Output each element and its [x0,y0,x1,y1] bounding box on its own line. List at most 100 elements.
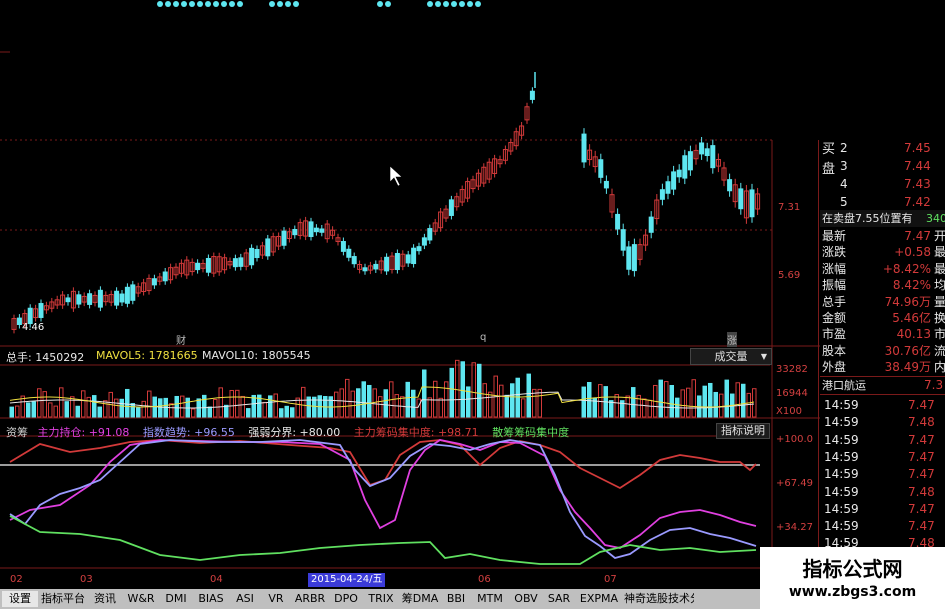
tab-indicator[interactable]: W&R [124,591,158,607]
volume-bar [279,408,284,418]
tab-indicator[interactable]: 资讯 [88,591,122,607]
stock-name[interactable]: 港口航运 [822,377,866,394]
volume-bar [9,406,14,418]
candle-body [631,244,637,272]
tab-indicator[interactable]: SAR [544,591,574,607]
candle-body [411,247,417,265]
chart-canvas [0,1,820,569]
candle-body [727,179,733,192]
volume-bar [290,407,295,418]
tick-time: 14:59 [824,519,859,534]
volume-bar [295,397,300,418]
tick-row: 14:59 7.47 [820,432,945,449]
volume-bar [724,379,729,418]
volume-bar [449,367,454,418]
candle-body [615,213,621,230]
tab-indicator[interactable]: 筹DMA [400,591,440,607]
bid-row[interactable]: 5 7.42 [820,194,945,211]
price-low-label: 4.46 [22,322,45,333]
volume-bar [114,398,119,418]
bid-row[interactable]: 3 7.44 [820,158,945,175]
x-axis-label: 06 [478,574,491,585]
stat-key: 涨跌 [822,245,847,260]
legend-main-position: 主力持仓: +91.08 [37,426,130,439]
tab-indicator[interactable]: BIAS [194,591,228,607]
candle-body [373,263,379,270]
bid-row[interactable]: 4 7.43 [820,176,945,193]
bid-row[interactable]: 2 7.45 [820,140,945,157]
indicator-help-button[interactable]: 指标说明 [716,423,770,439]
volume-bar [125,388,130,418]
volume-bar [383,389,388,418]
volume-bar [119,398,124,418]
volume-bar [719,393,724,418]
watermark-title: 指标公式网 [802,557,903,581]
stat-key: 涨幅 [822,261,847,276]
candle-body [405,254,411,264]
candle-body [265,238,271,257]
tab-indicator[interactable]: DMI [160,591,192,607]
tab-indicator[interactable]: ASI [230,591,260,607]
candle-body [676,169,682,178]
stat-row: 股本 30.76亿流 [820,343,945,360]
bid-price: 7.44 [904,159,931,173]
candle-body [195,262,201,271]
candle-body [626,246,632,270]
top-signal-dots [157,1,481,7]
tab-indicator[interactable]: ARBR [292,591,328,607]
indicator-select-dropdown[interactable]: 成交量 ▼ [690,348,772,365]
stat-row: 涨幅 +8.42% 最 [820,261,945,278]
tab-indicator[interactable]: 神奇选股技术分析 [624,591,694,607]
tab-indicator[interactable]: VR [262,591,290,607]
signal-dot [229,1,235,7]
volume-bar [213,398,218,418]
volume-bar [488,391,493,418]
event-marker[interactable]: 财 [176,332,186,347]
tab-indicator[interactable]: EXPMA [576,591,622,607]
tick-row: 14:59 7.48 [820,414,945,431]
tab-indicator[interactable]: 指标平台 [40,591,86,607]
candle-body [416,246,422,252]
volume-bar [433,380,438,418]
volume-bar [180,395,185,418]
price-axis-label: 5.69 [778,270,801,281]
tick-time: 14:59 [824,501,859,516]
volume-bar [658,379,663,418]
candle-body [87,293,93,305]
stat-key: 总手 [822,294,847,309]
volume-bar [339,388,344,418]
signal-dot [173,1,179,7]
candle-body [394,252,400,271]
stat-key: 外盘 [822,360,847,375]
tab-indicator[interactable]: BBI [442,591,470,607]
signal-dot [459,1,465,7]
signal-dot [221,1,227,7]
volume-bar [642,398,647,418]
tab-indicator[interactable]: OBV [510,591,542,607]
bid-level: 3 [840,159,848,173]
volume-bar [702,385,707,418]
tick-row: 14:59 7.47 [820,397,945,414]
candle-body [151,278,157,286]
volume-bar [614,394,619,418]
stat-key-2: 最 [934,261,945,276]
candle-body [346,248,352,258]
signal-dot [385,1,391,7]
bid-level: 4 [840,177,848,191]
event-marker[interactable]: q [480,332,486,343]
stat-key-2: 量 [934,294,945,309]
volume-bar [664,381,669,418]
tab-indicator[interactable]: MTM [472,591,508,607]
tick-price: 7.47 [908,519,935,534]
price-axis-label: 7.31 [778,202,801,213]
tick-time: 14:59 [824,432,859,447]
tab-indicator[interactable]: TRIX [364,591,398,607]
candle-body [124,286,130,304]
tab-indicator[interactable]: 设置 [2,591,38,607]
event-marker[interactable]: 涨 [727,332,737,347]
volume-bar [26,402,31,418]
tab-indicator[interactable]: DPO [330,591,362,607]
candle-body [384,256,390,272]
tick-row: 14:59 7.47 [820,449,945,466]
volume-bar [587,381,592,418]
